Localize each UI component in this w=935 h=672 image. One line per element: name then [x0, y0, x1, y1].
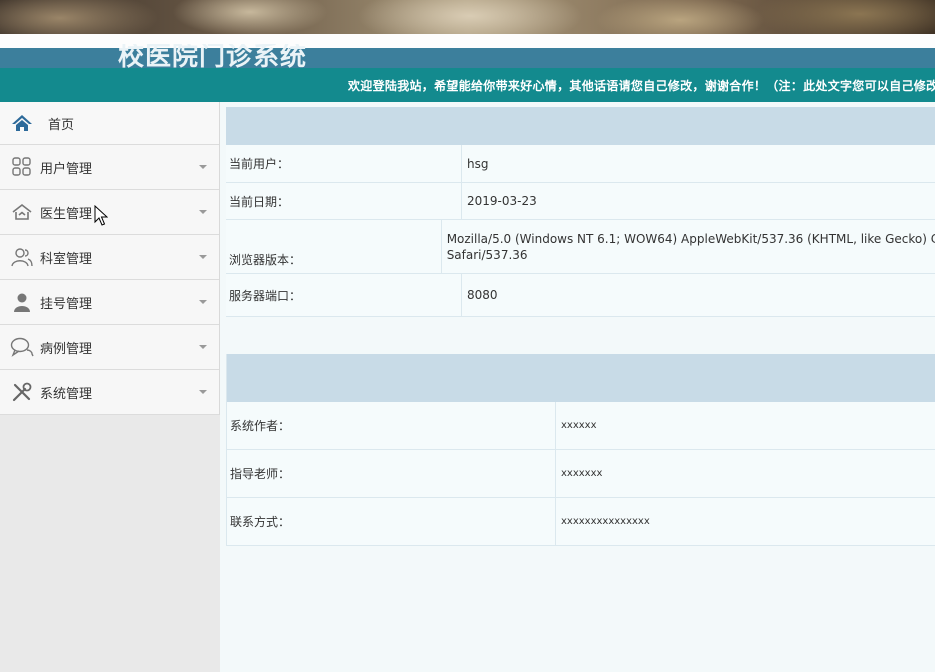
row-key: 系统作者： [227, 402, 556, 449]
panel-header [226, 107, 935, 145]
sidebar-item-label: 科室管理 [40, 251, 93, 267]
table-row: 系统作者： xxxxxx [227, 402, 935, 450]
author-info-panel: 系统作者： xxxxxx 指导老师： xxxxxxx 联系方式： xxxxxxx… [226, 354, 935, 546]
row-key: 当前用户： [226, 145, 462, 182]
table-row: 当前用户： hsg [226, 145, 935, 183]
sidebar-item-departments[interactable]: 科室管理 [0, 235, 219, 280]
main-content: 当前用户： hsg 当前日期： 2019-03-23 浏览器版本： Mozill… [220, 102, 935, 672]
welcome-bar: 欢迎登陆我站，希望能给你带来好心情，其他话语请您自己修改，谢谢合作！（注：此处文… [0, 68, 935, 102]
welcome-text: 欢迎登陆我站，希望能给你带来好心情，其他话语请您自己修改，谢谢合作！（注：此处文… [348, 79, 935, 93]
mouse-cursor-icon [94, 205, 108, 226]
table-row: 当前日期： 2019-03-23 [226, 183, 935, 220]
sidebar: 首页 用户管理 医生管理 科室管理 挂号管理 病例管理 系统管理 [0, 102, 220, 672]
sidebar-menu: 首页 用户管理 医生管理 科室管理 挂号管理 病例管理 系统管理 [0, 102, 220, 415]
system-title: 校医院门诊系统 [118, 44, 308, 68]
row-key: 浏览器版本： [226, 220, 442, 273]
sidebar-item-label: 用户管理 [40, 161, 93, 177]
sidebar-item-label: 首页 [48, 117, 75, 133]
table-row: 联系方式： xxxxxxxxxxxxxxx [227, 498, 935, 546]
row-value: xxxxxxxxxxxxxxx [561, 516, 650, 527]
chevron-down-icon [199, 255, 207, 259]
users-icon [10, 245, 34, 269]
row-key: 当前日期： [226, 183, 462, 219]
row-value: xxxxxx [561, 420, 597, 431]
sidebar-item-system[interactable]: 系统管理 [0, 370, 219, 415]
sidebar-item-cases[interactable]: 病例管理 [0, 325, 219, 370]
table-row: 指导老师： xxxxxxx [227, 450, 935, 498]
chat-icon [10, 335, 34, 359]
chevron-down-icon [199, 300, 207, 304]
row-value: 8080 [467, 288, 498, 302]
chevron-down-icon [199, 345, 207, 349]
table-row: 浏览器版本： Mozilla/5.0 (Windows NT 6.1; WOW6… [226, 220, 935, 274]
sidebar-item-doctors[interactable]: 医生管理 [0, 190, 219, 235]
grid-icon [10, 155, 34, 179]
system-info-panel: 当前用户： hsg 当前日期： 2019-03-23 浏览器版本： Mozill… [226, 107, 935, 317]
chevron-down-icon [199, 210, 207, 214]
browser-version-line: Mozilla/5.0 (Windows NT 6.1; WOW64) Appl… [446, 231, 935, 246]
person-icon [10, 290, 34, 314]
browser-version-line: Safari/537.36 [446, 247, 528, 262]
tools-icon [10, 380, 34, 404]
row-value: hsg [467, 156, 489, 171]
sidebar-item-registration[interactable]: 挂号管理 [0, 280, 219, 325]
row-key: 服务器端口： [226, 274, 462, 316]
row-value: Mozilla/5.0 (Windows NT 6.1; WOW64) Appl… [442, 220, 935, 273]
sidebar-item-users[interactable]: 用户管理 [0, 145, 219, 190]
sidebar-item-home[interactable]: 首页 [0, 102, 219, 145]
chevron-down-icon [199, 390, 207, 394]
row-value: xxxxxxx [561, 468, 603, 479]
sidebar-item-label: 系统管理 [40, 386, 93, 402]
sidebar-item-label: 医生管理 [40, 206, 93, 222]
row-key: 联系方式： [227, 498, 556, 545]
row-key: 指导老师： [227, 450, 556, 497]
sidebar-item-label: 病例管理 [40, 341, 93, 357]
header-banner-image [0, 0, 935, 34]
panel-header [227, 354, 935, 402]
sidebar-item-label: 挂号管理 [40, 296, 93, 312]
home-icon [10, 111, 34, 135]
chevron-down-icon [199, 165, 207, 169]
table-row: 服务器端口： 8080 [226, 274, 935, 317]
row-value: 2019-03-23 [467, 194, 537, 208]
house-icon [10, 200, 34, 224]
